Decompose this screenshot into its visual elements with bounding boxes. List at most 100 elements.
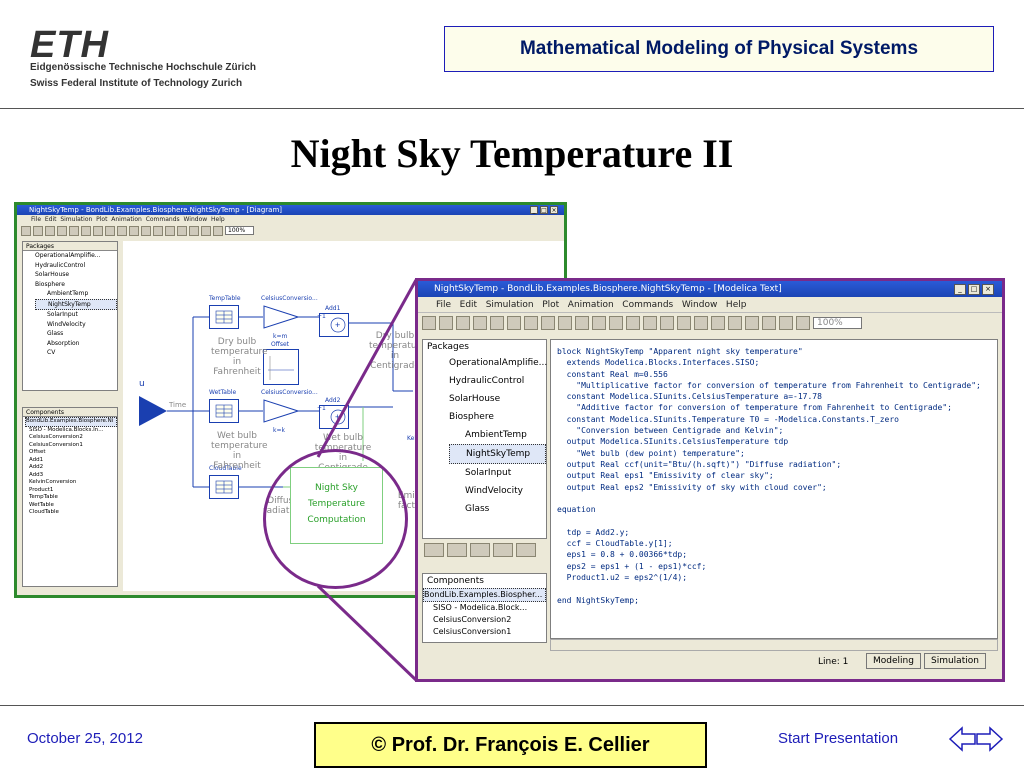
- library-icon[interactable]: [677, 316, 691, 330]
- packages-panel: Packages OperationalAmplifie... Hydrauli…: [422, 339, 547, 539]
- text-toolbar: 100%: [418, 313, 1002, 333]
- save-icon[interactable]: [439, 316, 453, 330]
- menu-simulation[interactable]: Simulation: [486, 300, 534, 310]
- code-line: constant Modelica.SIunits.Temperature T0…: [557, 414, 899, 424]
- tree-item-selected[interactable]: NightSkyTemp: [449, 444, 546, 464]
- forward-arrow-icon[interactable]: [493, 543, 513, 557]
- code-line: equation: [557, 505, 596, 515]
- tree-item[interactable]: OperationalAmplifie...: [449, 354, 547, 372]
- code-line: Product1.u2 = eps2^(1/4);: [557, 572, 688, 582]
- code-line: "Conversion between Centigrade and Kelvi…: [557, 426, 784, 436]
- horizontal-scrollbar[interactable]: [550, 639, 998, 651]
- code-line: block NightSkyTemp "Apparent night sky t…: [557, 347, 803, 356]
- code-line: constant Modelica.SIunits.CelsiusTempera…: [557, 392, 822, 402]
- status-line: Line: 1: [818, 657, 849, 667]
- back-icon[interactable]: [694, 316, 708, 330]
- maximize-button[interactable]: □: [968, 284, 980, 295]
- code-line: tdp = Add2.y;: [557, 527, 630, 537]
- code-line: output Real eps1 "Emissivity of clear sk…: [557, 471, 774, 481]
- packages-tree: OperationalAmplifie... HydraulicControl …: [423, 354, 547, 518]
- footer-divider: [0, 705, 1024, 706]
- tree-item[interactable]: HydraulicControl: [449, 372, 546, 390]
- minimize-button[interactable]: _: [954, 284, 966, 295]
- window-title: NightSkyTemp - BondLib.Examples.Biospher…: [434, 284, 782, 294]
- menu-animation[interactable]: Animation: [568, 300, 614, 310]
- code-line: output Real eps2 "Emissivity of sky with…: [557, 482, 827, 492]
- up-icon[interactable]: [516, 543, 536, 557]
- components-panel: Components BondLib.Examples.Biospher... …: [422, 573, 547, 643]
- packages-title: Packages: [427, 342, 469, 352]
- zoom-select[interactable]: 100%: [813, 317, 862, 329]
- icon-view-icon[interactable]: [728, 316, 742, 330]
- text-window: NightSkyTemp - BondLib.Examples.Biospher…: [415, 278, 1005, 682]
- fill-color-icon[interactable]: [609, 316, 623, 330]
- menu-window[interactable]: Window: [682, 300, 718, 310]
- text-menubar: File Edit Simulation Plot Animation Comm…: [418, 297, 1002, 313]
- text-window-titlebar: NightSkyTemp - BondLib.Examples.Biospher…: [418, 281, 1002, 297]
- components-title: Components: [427, 576, 484, 586]
- component-root[interactable]: BondLib.Examples.Biospher...: [423, 588, 546, 602]
- line-tool-icon[interactable]: [507, 316, 521, 330]
- check-icon[interactable]: [660, 316, 674, 330]
- code-line: "Multiplicative factor for conversion of…: [557, 380, 981, 390]
- tree-item[interactable]: Biosphere: [449, 408, 546, 426]
- line-color-icon[interactable]: [592, 316, 606, 330]
- code-line: "Additive factor for conversion of tempe…: [557, 403, 952, 413]
- modeling-tab[interactable]: Modeling: [866, 653, 921, 669]
- tree-item[interactable]: Glass: [449, 500, 546, 518]
- simulation-tab[interactable]: Simulation: [924, 653, 986, 669]
- home-icon[interactable]: [424, 543, 444, 557]
- rect-tool-icon[interactable]: [524, 316, 538, 330]
- menu-help[interactable]: Help: [726, 300, 747, 310]
- footer-date: October 25, 2012: [27, 730, 143, 747]
- code-line: output Real ccf(unit="Btu/(h.sqft)") "Di…: [557, 459, 842, 469]
- code-line: eps2 = eps1 + (1 - eps1)*ccf;: [557, 561, 707, 571]
- package-nav-bar: [422, 541, 547, 559]
- code-line: output Modelica.SIunits.CelsiusTemperatu…: [557, 437, 789, 447]
- modelica-code[interactable]: block NightSkyTemp "Apparent night sky t…: [551, 340, 997, 612]
- code-line: "Wet bulb (dew point) temperature";: [557, 448, 745, 458]
- component-item[interactable]: SISO - Modelica.Block...: [423, 602, 546, 614]
- code-line: extends Modelica.Blocks.Interfaces.SISO;: [557, 358, 760, 368]
- text-view-icon[interactable]: [779, 316, 793, 330]
- navigation-arrows-icon[interactable]: [948, 722, 1004, 756]
- menu-edit[interactable]: Edit: [460, 300, 477, 310]
- tree-item[interactable]: WindVelocity: [449, 482, 546, 500]
- component-item[interactable]: CelsiusConversion1: [423, 626, 546, 638]
- open-icon[interactable]: [422, 316, 436, 330]
- grid-icon[interactable]: [626, 316, 640, 330]
- text-tool-icon[interactable]: [575, 316, 589, 330]
- modeling-tab-label: Modeling: [873, 656, 914, 666]
- copyright-box: © Prof. Dr. François E. Cellier: [314, 722, 707, 768]
- forward-icon[interactable]: [711, 316, 725, 330]
- zoom-icon[interactable]: [456, 316, 470, 330]
- code-line: constant Real m=0.556: [557, 369, 668, 379]
- simulation-tab-label: Simulation: [931, 656, 979, 666]
- back-arrow-icon[interactable]: [470, 543, 490, 557]
- close-button[interactable]: ×: [982, 284, 994, 295]
- start-presentation-link[interactable]: Start Presentation: [778, 730, 898, 747]
- component-item[interactable]: CelsiusConversion2: [423, 614, 546, 626]
- print-icon[interactable]: [473, 316, 487, 330]
- tree-item[interactable]: AmbientTemp: [449, 426, 546, 444]
- code-line: end NightSkyTemp;: [557, 595, 639, 605]
- menu-file[interactable]: File: [436, 300, 451, 310]
- tree-item[interactable]: SolarInput: [449, 464, 546, 482]
- connect-icon[interactable]: [643, 316, 657, 330]
- diagram-view-icon[interactable]: [745, 316, 759, 330]
- polygon-tool-icon[interactable]: [558, 316, 572, 330]
- help-icon[interactable]: [490, 316, 504, 330]
- slide: ETH Eidgenössische Technische Hochschule…: [0, 0, 1024, 768]
- menu-plot[interactable]: Plot: [542, 300, 559, 310]
- tree-item[interactable]: SolarHouse: [449, 390, 546, 408]
- ellipse-tool-icon[interactable]: [541, 316, 555, 330]
- grid-icon[interactable]: [447, 543, 467, 557]
- code-line: ccf = CloudTable.y[1];: [557, 539, 673, 549]
- menu-commands[interactable]: Commands: [622, 300, 673, 310]
- code-editor[interactable]: block NightSkyTemp "Apparent night sky t…: [550, 339, 998, 639]
- info-icon[interactable]: [762, 316, 776, 330]
- docs-view-icon[interactable]: [796, 316, 810, 330]
